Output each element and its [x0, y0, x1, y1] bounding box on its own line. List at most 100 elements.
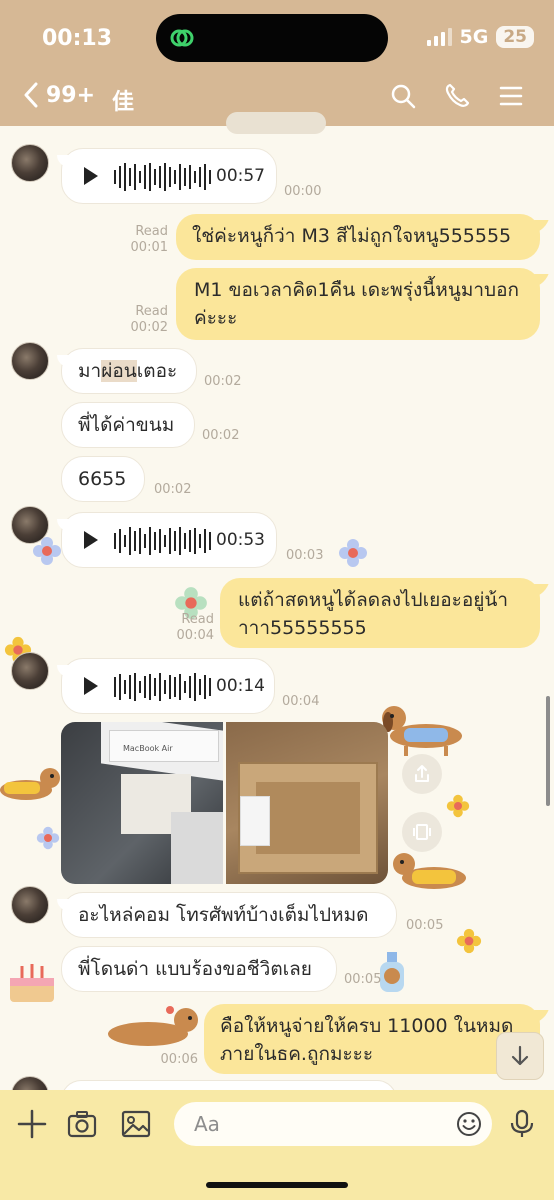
dog-sticker-icon [393, 853, 466, 889]
search-icon[interactable] [390, 83, 416, 109]
message-time: 00:02 [130, 320, 168, 335]
read-receipt: Read [135, 304, 168, 319]
message-text: คือให้หนูจ่ายให้ครบ 11000 ในหมด [220, 1015, 514, 1037]
flower-icon [446, 794, 470, 818]
message-text: พี่โดนด่า แบบร้องขอชีวิตเลย [78, 958, 312, 980]
outgoing-message[interactable]: คือให้หนูจ่ายให้ครบ 11000 ในหมด ภายในธค.… [204, 1004, 540, 1074]
play-icon[interactable] [84, 677, 98, 695]
message-text: มา [78, 360, 102, 382]
scrollbar[interactable] [546, 696, 550, 806]
avatar[interactable] [11, 886, 49, 924]
message-text: ใช่ค่ะหนูก็ว่า M3 สีไม่ถูกใจหนู555555 [192, 225, 512, 247]
message-time: 00:05 [406, 918, 444, 933]
read-receipt: Read [135, 224, 168, 239]
unread-count: 99+ [46, 82, 96, 108]
message-time: 00:02 [202, 428, 240, 443]
incoming-message[interactable]: พี่โดนด่า แบบร้องขอชีวิตเลย [61, 946, 337, 992]
play-icon[interactable] [84, 167, 98, 185]
photo-macbook-box[interactable]: MacBook Air [61, 722, 223, 884]
back-button[interactable]: 99+ [22, 82, 95, 108]
message-time: 00:02 [204, 374, 242, 389]
chat-title: 佳 [112, 90, 135, 115]
message-text: าาา55555555 [238, 617, 367, 639]
header-actions [390, 83, 524, 109]
outgoing-message[interactable]: แต่ถ้าสดหนูได้ลดลงไปเยอะอยู่น้า าาา55555… [220, 578, 540, 648]
network-type: 5G [459, 26, 489, 48]
message-time: 00:02 [154, 482, 192, 497]
outgoing-message[interactable]: M1 ขอเวลาคิด1คืน เดะพรุ่งนี้หนูมาบอก ค่ะ… [176, 268, 540, 340]
emoji-icon[interactable] [456, 1111, 482, 1137]
message-time: 00:04 [282, 694, 320, 709]
message-time: 00:00 [284, 184, 322, 199]
incoming-message[interactable]: อะไหล่คอม โทรศัพท์บ้างเต็มไปหมด [57, 892, 397, 938]
status-right: 5G 25 [426, 26, 534, 48]
link-icon [170, 29, 194, 47]
message-input-box[interactable] [174, 1102, 492, 1146]
avatar[interactable] [11, 506, 49, 544]
save-icon [413, 824, 431, 840]
image-icon[interactable] [120, 1108, 152, 1140]
message-time: 00:06 [160, 1052, 198, 1067]
mic-icon[interactable] [506, 1108, 538, 1140]
incoming-message[interactable]: 6655 [61, 456, 145, 502]
voice-message[interactable]: 00:53 [57, 512, 277, 568]
message-text: เตอะ [136, 360, 178, 382]
message-time: 00:03 [286, 548, 324, 563]
share-icon [415, 765, 429, 782]
flower-icon [36, 826, 60, 850]
avatar[interactable] [11, 342, 49, 380]
message-meta: Read 00:04 [170, 612, 214, 644]
dynamic-island [156, 14, 388, 62]
chevron-down-icon [511, 1045, 529, 1066]
save-button[interactable] [402, 812, 442, 852]
signal-icon [426, 28, 452, 46]
date-separator [226, 112, 326, 134]
message-text: แต่ถ้าสดหนูได้ลดลงไปเยอะอยู่น้า [238, 589, 509, 611]
message-text: ค่ะะะ [194, 307, 238, 329]
home-indicator [206, 1182, 348, 1188]
voice-duration: 00:53 [216, 530, 265, 550]
message-text: พี่ได้ค่าขนม [78, 414, 175, 436]
menu-icon[interactable] [498, 83, 524, 109]
message-input[interactable] [194, 1110, 444, 1138]
avatar[interactable] [11, 652, 49, 690]
cake-sticker-icon [10, 964, 54, 1002]
message-text: 6655 [78, 468, 127, 490]
dog-sticker-icon [0, 768, 60, 800]
message-meta: Read 00:02 [126, 304, 168, 336]
scroll-down-button[interactable] [496, 1032, 544, 1080]
avatar[interactable] [11, 144, 49, 182]
photo-cardboard-box[interactable] [226, 722, 388, 884]
voice-duration: 00:57 [216, 166, 265, 186]
dog-sticker-icon [108, 1006, 198, 1046]
camera-icon[interactable] [66, 1108, 98, 1140]
message-meta: Read 00:01 [126, 224, 168, 256]
incoming-message[interactable]: พี่ได้ค่าขนม [61, 402, 195, 448]
message-text: ภายในธค.ถูกมะะะ [220, 1043, 374, 1065]
plus-icon[interactable] [16, 1108, 48, 1140]
highlighted-text: ผ่อน [101, 360, 137, 382]
chat-header: 00:13 5G 25 99+ 佳 [0, 0, 554, 126]
voice-duration: 00:14 [216, 676, 265, 696]
waveform [114, 527, 211, 555]
status-time: 00:13 [42, 26, 113, 51]
dog-sticker-icon [382, 706, 462, 756]
photo-caption: MacBook Air [123, 744, 173, 753]
outgoing-message[interactable]: ใช่ค่ะหนูก็ว่า M3 สีไม่ถูกใจหนู555555 [176, 214, 540, 260]
voice-message[interactable]: 00:14 [57, 658, 275, 714]
chevron-left-icon [24, 82, 38, 108]
message-text: อะไหล่คอม โทรศัพท์บ้างเต็มไปหมด [78, 904, 369, 926]
phone-icon[interactable] [444, 83, 470, 109]
battery-icon: 25 [496, 26, 534, 48]
message-time: 00:04 [176, 628, 214, 643]
waveform [114, 163, 211, 191]
message-text: M1 ขอเวลาคิด1คืน เดะพรุ่งนี้หนูมาบอก [194, 279, 519, 301]
incoming-message[interactable]: มาผ่อนเตอะ [57, 348, 197, 394]
flower-icon [456, 928, 482, 954]
share-button[interactable] [402, 754, 442, 794]
voice-message[interactable]: 00:57 [57, 148, 277, 204]
flower-icon [339, 539, 367, 567]
message-time: 00:05 [344, 972, 382, 987]
waveform [114, 673, 211, 701]
play-icon[interactable] [84, 531, 98, 549]
